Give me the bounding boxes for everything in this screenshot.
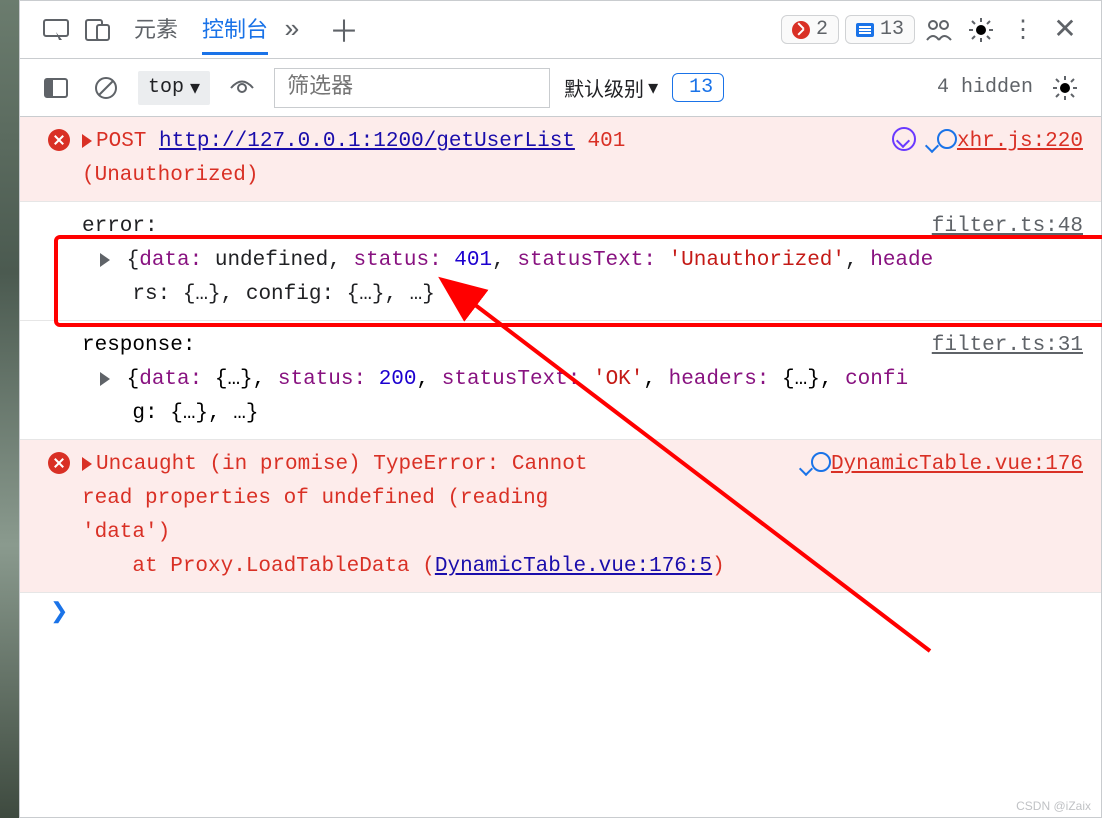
context-value: top bbox=[148, 76, 184, 99]
stack-post: ) bbox=[712, 555, 725, 578]
source-link[interactable]: filter.ts:48 bbox=[932, 210, 1083, 244]
error-count-badge[interactable]: 2 bbox=[781, 15, 839, 44]
status-code: 401 bbox=[588, 130, 626, 153]
request-url-link[interactable]: http://127.0.0.1:1200/getUserList bbox=[159, 130, 575, 153]
status-text: (Unauthorized) bbox=[82, 164, 258, 187]
source-link[interactable]: xhr.js:220 bbox=[957, 125, 1083, 159]
http-method: POST bbox=[96, 130, 146, 153]
search-issue-icon[interactable] bbox=[811, 452, 831, 472]
error-count: 2 bbox=[816, 18, 828, 41]
expand-arrow-icon[interactable] bbox=[100, 253, 110, 267]
expand-arrow-icon[interactable] bbox=[100, 372, 110, 386]
chevron-down-icon: ▾ bbox=[648, 75, 658, 101]
kebab-menu-icon[interactable]: ⋮ bbox=[1005, 12, 1041, 48]
expand-arrow-icon[interactable] bbox=[82, 457, 92, 471]
source-link[interactable]: filter.ts:31 bbox=[932, 329, 1083, 363]
stack-link[interactable]: DynamicTable.vue:176:5 bbox=[435, 555, 712, 578]
expand-arrow-icon[interactable] bbox=[82, 134, 92, 148]
live-expression-icon[interactable] bbox=[224, 70, 260, 106]
error-msg-line2: read properties of undefined (reading bbox=[82, 487, 548, 510]
source-link[interactable]: DynamicTable.vue:176 bbox=[831, 448, 1083, 482]
tab-elements[interactable]: 元素 bbox=[134, 4, 178, 55]
log-level-label: 默认级别 bbox=[564, 73, 644, 103]
issue-count: 13 bbox=[880, 18, 904, 41]
console-uncaught-error[interactable]: DynamicTable.vue:176 Uncaught (in promis… bbox=[20, 440, 1101, 593]
error-icon bbox=[792, 21, 810, 39]
error-badge-icon bbox=[48, 452, 70, 474]
devtools-top-toolbar: 元素 控制台 » ＋ 2 13 ⋮ ✕ bbox=[20, 1, 1101, 59]
console-output: xhr.js:220 POST http://127.0.0.1:1200/ge… bbox=[20, 117, 1101, 631]
clear-console-icon[interactable] bbox=[88, 70, 124, 106]
close-devtools-icon[interactable]: ✕ bbox=[1047, 12, 1083, 48]
search-issue-icon[interactable] bbox=[937, 129, 957, 149]
device-toolbar-icon[interactable] bbox=[80, 12, 116, 48]
hidden-label: 4 hidden bbox=[937, 76, 1033, 99]
more-tabs-chevron-icon[interactable]: » bbox=[274, 12, 310, 48]
console-network-error[interactable]: xhr.js:220 POST http://127.0.0.1:1200/ge… bbox=[20, 117, 1101, 202]
inspect-element-icon[interactable] bbox=[38, 12, 74, 48]
log-label: response: bbox=[82, 334, 195, 357]
issue-icon bbox=[856, 23, 874, 37]
console-log-error-object[interactable]: filter.ts:48 error: {data: undefined, st… bbox=[20, 202, 1101, 320]
issues-count-2: 13 bbox=[689, 76, 713, 99]
log-label: error: bbox=[82, 215, 158, 238]
filter-input[interactable] bbox=[274, 68, 550, 108]
error-badge-icon bbox=[48, 129, 70, 151]
add-tab-icon[interactable]: ＋ bbox=[326, 12, 362, 48]
log-level-selector[interactable]: 默认级别 ▾ bbox=[564, 73, 658, 103]
tab-console[interactable]: 控制台 bbox=[202, 4, 268, 55]
xhr-retry-icon[interactable] bbox=[892, 127, 916, 151]
stack-pre: at Proxy.LoadTableData ( bbox=[82, 555, 435, 578]
console-input-prompt[interactable]: ❯ bbox=[20, 593, 1101, 631]
console-settings-people-icon[interactable] bbox=[921, 12, 957, 48]
error-msg-line3: 'data') bbox=[82, 521, 170, 544]
issue-count-badge[interactable]: 13 bbox=[845, 15, 915, 44]
console-filter-bar: top ▾ 默认级别 ▾ 13 4 hidden bbox=[20, 59, 1101, 117]
watermark: CSDN @iZaix bbox=[1016, 799, 1091, 813]
console-log-response-object[interactable]: filter.ts:31 response: {data: {…}, statu… bbox=[20, 320, 1101, 440]
sidebar-toggle-icon[interactable] bbox=[38, 70, 74, 106]
issues-box[interactable]: 13 bbox=[672, 73, 724, 102]
context-selector[interactable]: top ▾ bbox=[138, 71, 210, 105]
chevron-down-icon: ▾ bbox=[190, 75, 200, 101]
error-msg-line1: Uncaught (in promise) TypeError: Cannot bbox=[96, 453, 587, 476]
settings-gear-icon[interactable] bbox=[963, 12, 999, 48]
console-settings-gear-icon[interactable] bbox=[1047, 70, 1083, 106]
